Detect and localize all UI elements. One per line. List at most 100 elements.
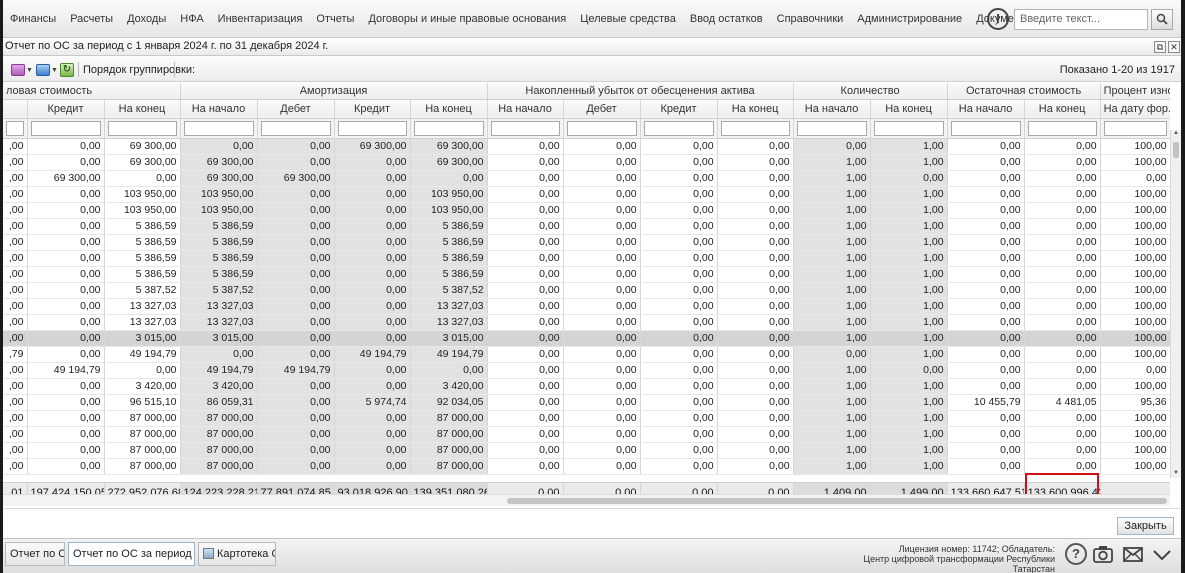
task-tab-os-period-report[interactable]: Отчет по ОС за период с 1 ... (68, 542, 195, 566)
table-row[interactable]: ,00 0,00 3 015,00 3 015,00 0,00 0,00 3 015,00 0… (3, 330, 1170, 347)
column-header[interactable]: На начало (487, 99, 564, 119)
table-cell: 103 950,00 (104, 186, 181, 203)
column-filter-input[interactable] (950, 120, 1021, 136)
table-row[interactable]: ,00 0,00 96 515,10 86 059,31 0,00 5 974,74 92 … (3, 394, 1170, 411)
restore-icon[interactable]: ⧉ (1154, 41, 1166, 53)
column-header[interactable]: Дебет (257, 99, 335, 119)
column-filter-input[interactable] (1027, 120, 1097, 136)
table-row[interactable]: ,00 0,00 5 386,59 5 386,59 0,00 0,00 5 386,59 0… (3, 266, 1170, 283)
column-filter-input[interactable] (1103, 120, 1167, 136)
column-filter-input[interactable] (796, 120, 867, 136)
column-filter-input[interactable] (566, 120, 637, 136)
column-header[interactable] (3, 99, 28, 119)
column-header[interactable]: Кредит (27, 99, 105, 119)
column-filter-input[interactable] (873, 120, 944, 136)
table-cell: 0,00 (563, 410, 641, 427)
column-header[interactable]: На начало (947, 99, 1025, 119)
search-input[interactable]: Введите текст... (1014, 9, 1148, 30)
column-header[interactable]: На конец (1024, 99, 1101, 119)
close-icon[interactable]: ✕ (1168, 41, 1180, 53)
menu-item[interactable]: Целевые средства (573, 0, 683, 38)
column-header[interactable]: На конец (870, 99, 948, 119)
refresh-button[interactable]: ↻ (60, 63, 74, 77)
table-row[interactable]: ,00 0,00 69 300,00 0,00 0,00 69 300,00 69 300,… (3, 138, 1170, 155)
table-cell: 0,00 (1024, 362, 1101, 379)
vertical-scrollbar[interactable]: ▲ ▼ (1170, 130, 1181, 478)
column-filter-input[interactable] (6, 120, 24, 136)
export-menu-button[interactable]: ▼ (36, 63, 58, 77)
table-row[interactable]: ,00 0,00 87 000,00 87 000,00 0,00 0,00 87 000,… (3, 442, 1170, 459)
column-header[interactable]: Кредит (334, 99, 411, 119)
table-row[interactable]: ,00 0,00 5 386,59 5 386,59 0,00 0,00 5 386,59 0… (3, 234, 1170, 251)
table-cell: 0,00 (870, 170, 948, 187)
table-cell: 69 300,00 (257, 170, 335, 187)
table-row[interactable]: ,00 0,00 5 386,59 5 386,59 0,00 0,00 5 386,59 0… (3, 250, 1170, 267)
column-header[interactable]: На дату фор... (1100, 99, 1170, 119)
table-row[interactable]: ,00 0,00 87 000,00 87 000,00 0,00 0,00 87 000,… (3, 410, 1170, 427)
menu-item[interactable]: Ввод остатков (683, 0, 770, 38)
table-row[interactable]: ,00 0,00 5 386,59 5 386,59 0,00 0,00 5 386,59 0… (3, 218, 1170, 235)
column-filter-input[interactable] (643, 120, 714, 136)
column-filter-input[interactable] (30, 120, 101, 136)
column-header[interactable]: На конец (410, 99, 488, 119)
table-row[interactable]: ,00 0,00 87 000,00 87 000,00 0,00 0,00 87 000,… (3, 426, 1170, 443)
column-filter-input[interactable] (413, 120, 484, 136)
column-header[interactable]: Дебет (563, 99, 641, 119)
table-row[interactable]: ,00 0,00 103 950,00 103 950,00 0,00 0,00 103 9… (3, 202, 1170, 219)
help-icon[interactable]: ? (1065, 543, 1087, 565)
table-row[interactable]: ,00 0,00 5 387,52 5 387,52 0,00 0,00 5 387,52 0… (3, 282, 1170, 299)
table-row[interactable]: ,79 0,00 49 194,79 0,00 0,00 49 194,79 49 194,… (3, 346, 1170, 363)
close-button[interactable]: Закрыть (1117, 517, 1174, 535)
table-row[interactable]: ,00 0,00 103 950,00 103 950,00 0,00 0,00 103 9… (3, 186, 1170, 203)
menu-item[interactable]: Администрирование (850, 0, 969, 38)
table-cell: 0,00 (487, 170, 564, 187)
table-row[interactable]: ,00 0,00 13 327,03 13 327,03 0,00 0,00 13 327,… (3, 314, 1170, 331)
table-row[interactable]: ,00 69 300,00 0,00 69 300,00 69 300,00 0,00 0,… (3, 170, 1170, 187)
table-row[interactable]: ,00 0,00 87 000,00 87 000,00 0,00 0,00 87 000,… (3, 458, 1170, 475)
task-tab-os-cards[interactable]: Картотека ОС (198, 542, 276, 566)
menu-item[interactable]: НФА (173, 0, 210, 38)
column-filter-input[interactable] (720, 120, 790, 136)
table-cell: 5 386,59 (180, 266, 258, 283)
menu-item[interactable]: Отчеты (309, 0, 361, 38)
table-cell: 0,00 (640, 154, 718, 171)
table-row[interactable]: ,00 0,00 69 300,00 69 300,00 0,00 0,00 69 300,… (3, 154, 1170, 171)
scroll-down-icon[interactable]: ▼ (1171, 470, 1181, 478)
help-icon[interactable]: ! (987, 8, 1009, 30)
menu-item[interactable]: Финансы (3, 0, 63, 38)
column-header[interactable]: На начало (793, 99, 871, 119)
camera-icon[interactable] (1092, 543, 1114, 565)
menu-item[interactable]: Расчеты (63, 0, 120, 38)
scroll-up-icon[interactable]: ▲ (1171, 130, 1181, 138)
settings-menu-button[interactable]: ▼ (11, 63, 33, 77)
table-cell: 5 386,59 (104, 250, 181, 267)
menu-item[interactable]: Справочники (770, 0, 851, 38)
table-row[interactable]: ,00 49 194,79 0,00 49 194,79 49 194,79 0,00 0,… (3, 362, 1170, 379)
menu-item[interactable]: Доходы (120, 0, 173, 38)
column-filter-input[interactable] (107, 120, 177, 136)
table-cell: 49 194,79 (410, 346, 488, 363)
menu-item[interactable]: Договоры и иные правовые основания (361, 0, 573, 38)
scroll-thumb[interactable] (1173, 142, 1179, 158)
horizontal-scrollbar[interactable] (3, 494, 1170, 506)
column-header[interactable]: Кредит (640, 99, 718, 119)
table-cell: 0,00 (717, 458, 794, 475)
mail-icon[interactable] (1122, 543, 1144, 565)
table-row[interactable]: ,00 0,00 3 420,00 3 420,00 0,00 0,00 3 420,00 0… (3, 378, 1170, 395)
menu-item[interactable]: Инвентаризация (211, 0, 310, 38)
column-header[interactable]: На начало (180, 99, 258, 119)
task-tab-os-report[interactable]: Отчет по ОС (5, 542, 65, 566)
table-cell: 0,00 (640, 234, 718, 251)
chevron-down-icon[interactable] (1151, 543, 1173, 565)
column-filter-input[interactable] (183, 120, 254, 136)
search-icon[interactable] (1151, 9, 1173, 30)
column-header[interactable]: На конец (717, 99, 794, 119)
horizontal-scroll-thumb[interactable] (507, 498, 1167, 504)
column-filter-input[interactable] (490, 120, 560, 136)
table-cell: 0,00 (334, 186, 411, 203)
table-row[interactable]: ,00 0,00 13 327,03 13 327,03 0,00 0,00 13 327,… (3, 298, 1170, 315)
column-filter-input[interactable] (337, 120, 407, 136)
column-header[interactable]: На конец (104, 99, 181, 119)
column-filter-input[interactable] (260, 120, 331, 136)
table-cell: 1,00 (870, 426, 948, 443)
